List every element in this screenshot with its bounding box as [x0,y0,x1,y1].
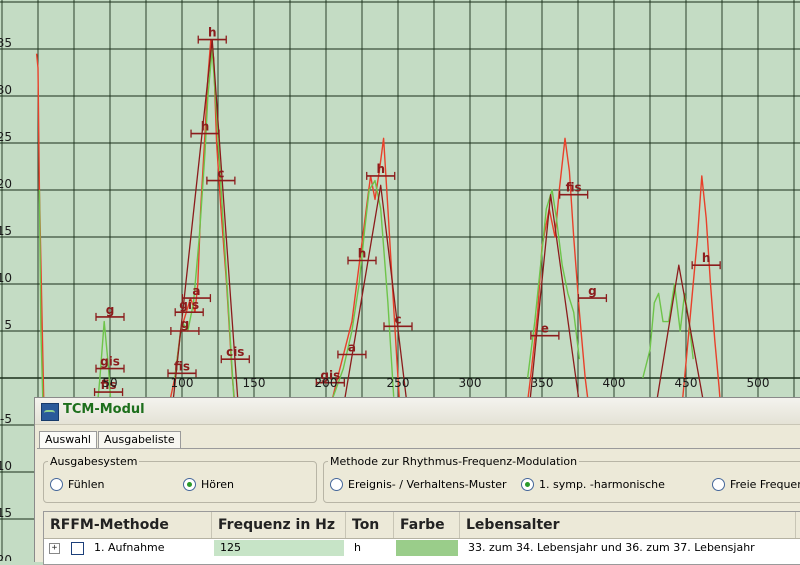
col-header-method[interactable]: RFFM-Methode [44,512,212,538]
cell-tone: h [354,541,361,554]
radio-freie-frequenz-indicator [712,478,725,491]
x-tick-label: 400 [603,376,626,390]
radio-fuehlen[interactable]: Fühlen [50,478,104,491]
app-icon [41,403,59,421]
radio-fuehlen-label: Fühlen [68,478,105,491]
y-tick-label: -15 [0,506,12,520]
marker-label: fis [566,181,582,195]
marker-gis: gis [174,298,204,317]
marker-label: h [208,26,217,40]
x-tick-label: 450 [675,376,698,390]
marker-label: h [376,162,385,176]
marker-label: fis [174,359,190,373]
col-header-color[interactable]: Farbe [394,512,460,538]
radio-hoeren-indicator [183,478,196,491]
marker-label: h [702,251,711,265]
table-row[interactable]: + 1. Aufnahme 125 h 33. zum 34. Lebensja… [44,539,800,557]
tab-panel: Ausgabesystem Fühlen Hören Methode zur R… [37,448,800,565]
col-header-tone[interactable]: Ton [346,512,394,538]
radio-symp-harmonische-label: 1. symp. -harmonische [539,478,665,491]
x-tick-label: 500 [747,376,770,390]
y-tick-label: -20 [0,553,12,561]
chart-markers: ggisfisfisggisahhccisgisahhcefisgh [93,26,721,397]
x-tick-label: 300 [459,376,482,390]
tcm-window: TCM-Modul Auswahl Ausgabeliste Ausgabesy… [34,397,800,565]
y-tick-label: 10 [0,271,12,285]
marker-label: a [192,284,200,298]
radio-fuehlen-indicator [50,478,63,491]
methode-legend: Methode zur Rhythmus-Frequenz-Modulation [330,455,578,468]
y-tick-label: 15 [0,224,12,238]
marker-label: g [181,317,190,331]
x-tick-label: 350 [531,376,554,390]
marker-g: g [170,317,200,335]
x-tick-label: 250 [387,376,410,390]
marker-label: h [201,120,210,134]
rffm-table: RFFM-Methode Frequenz in Hz Ton Farbe Le… [43,511,800,565]
y-tick-label: 30 [0,83,12,97]
x-tick-label: 50 [102,376,117,390]
marker-label: cis [226,345,244,359]
marker-g: g [577,284,608,303]
cell-frequency: 125 [214,540,344,556]
col-header-frequency[interactable]: Frequenz in Hz [212,512,346,538]
marker-label: g [106,303,115,317]
row-checkbox[interactable] [71,542,84,555]
col-header-age[interactable]: Lebensalter [460,512,796,538]
marker-label: c [217,167,224,181]
marker-label: c [394,312,401,326]
marker-label: a [348,341,356,355]
marker-label: gis [100,355,120,369]
tab-ausgabeliste[interactable]: Ausgabeliste [98,431,181,448]
cell-color [396,540,458,556]
x-tick-label: 150 [243,376,266,390]
cell-age: 33. zum 34. Lebensjahr und 36. zum 37. L… [468,541,755,554]
radio-symp-harmonische[interactable]: 1. symp. -harmonische [521,478,665,491]
radio-hoeren[interactable]: Hören [183,478,234,491]
tab-auswahl[interactable]: Auswahl [39,431,97,449]
y-tick-label: -5 [0,412,12,426]
radio-symp-harmonische-indicator [521,478,534,491]
marker-label: h [358,247,367,261]
radio-freie-frequenz-label: Freie Frequen [730,478,800,491]
tab-strip: Auswahl Ausgabeliste [39,431,182,449]
y-tick-label: 25 [0,130,12,144]
table-header: RFFM-Methode Frequenz in Hz Ton Farbe Le… [44,512,800,539]
title-bar: TCM-Modul [35,398,800,425]
expand-icon[interactable]: + [49,543,60,554]
radio-ereignis[interactable]: Ereignis- / Verhaltens-Muster [330,478,507,491]
radio-ereignis-indicator [330,478,343,491]
radio-hoeren-label: Hören [201,478,235,491]
y-tick-label: -10 [0,459,12,473]
col-header-extra[interactable]: V [796,512,800,538]
marker-label: e [541,322,549,336]
marker-label: g [588,284,597,298]
y-tick-label: 20 [0,177,12,191]
radio-ereignis-label: Ereignis- / Verhaltens-Muster [348,478,507,491]
y-tick-label: 5 [4,318,12,332]
cell-method: 1. Aufnahme [94,541,165,554]
ausgabesystem-legend: Ausgabesystem [50,455,138,468]
window-title: TCM-Modul [63,402,145,417]
x-tick-label: 200 [315,376,338,390]
y-tick-label: 35 [0,36,12,50]
x-tick-label: 100 [171,376,194,390]
radio-freie-frequenz[interactable]: Freie Frequen [712,478,800,491]
